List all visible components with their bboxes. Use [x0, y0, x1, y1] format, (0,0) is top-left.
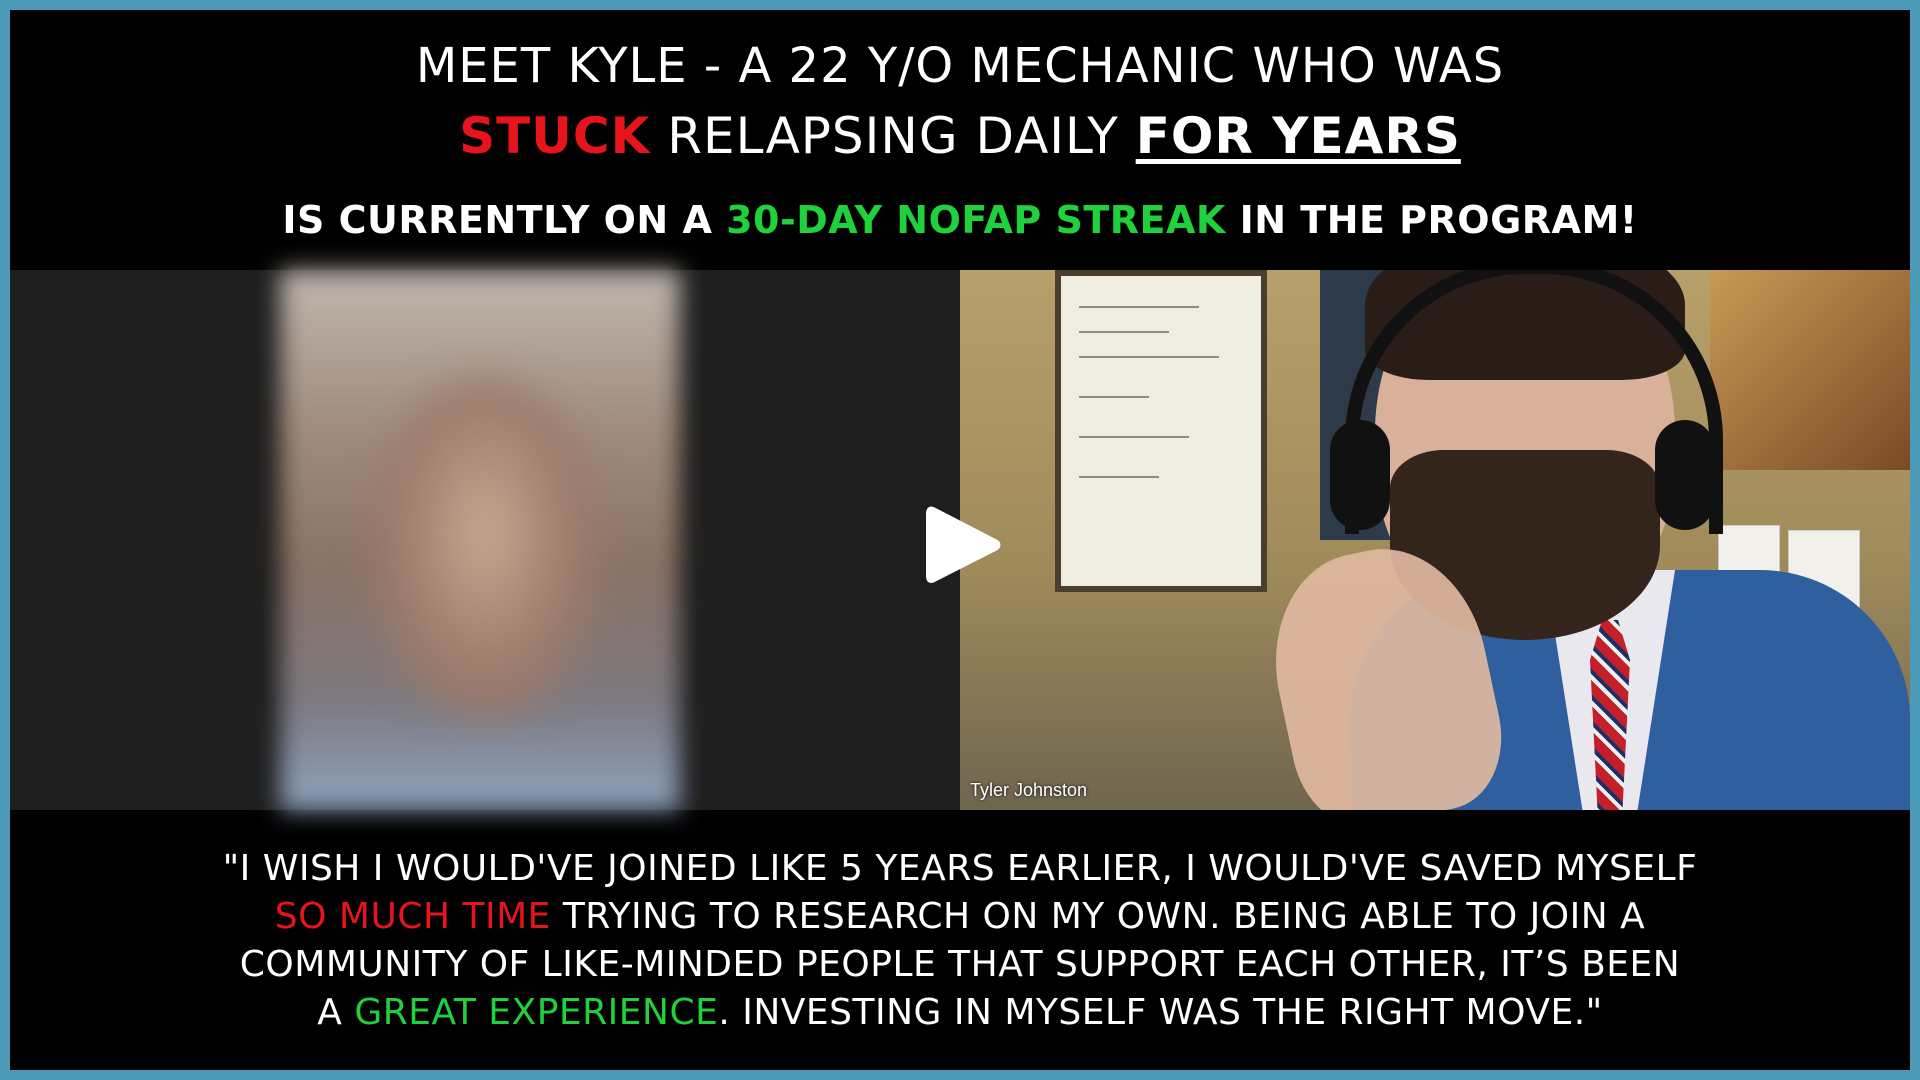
- headline-line-2: STUCK RELAPSING DAILY FOR YEARS: [10, 107, 1910, 165]
- presenter: [1150, 270, 1910, 810]
- headline-streak-highlight: 30-DAY NOFAP STREAK: [726, 198, 1226, 242]
- headline-for-years: FOR YEARS: [1135, 107, 1461, 165]
- headline-line-3-suffix: IN THE PROGRAM!: [1225, 198, 1638, 242]
- quote-line-2-rest: TRYING TO RESEARCH ON MY OWN. BEING ABLE…: [550, 896, 1646, 937]
- video-player[interactable]: Tyler Johnston: [10, 270, 1910, 810]
- headline-stuck-highlight: STUCK: [459, 107, 651, 165]
- quote-line-2: SO MUCH TIME TRYING TO RESEARCH ON MY OW…: [10, 893, 1910, 941]
- blurred-face: [370, 380, 600, 720]
- testimonial-frame: MEET KYLE - A 22 Y/O MECHANIC WHO WAS ST…: [10, 10, 1910, 1070]
- quote-line-3: COMMUNITY OF LIKE-MINDED PEOPLE THAT SUP…: [239, 944, 1681, 985]
- headphone-cup-left: [1330, 420, 1390, 530]
- headline: MEET KYLE - A 22 Y/O MECHANIC WHO WAS ST…: [10, 10, 1910, 270]
- headline-line-2-middle: RELAPSING DAILY: [650, 107, 1136, 165]
- play-icon[interactable]: [915, 500, 1005, 590]
- quote-time-highlight: SO MUCH TIME: [274, 896, 551, 937]
- quote-line-4-suffix: . INVESTING IN MYSELF WAS THE RIGHT MOVE…: [718, 992, 1603, 1033]
- quote-line-4-prefix: A: [317, 992, 355, 1033]
- testimonial-quote: "I WISH I WOULD'VE JOINED LIKE 5 YEARS E…: [10, 845, 1910, 1037]
- headline-line-1: MEET KYLE - A 22 Y/O MECHANIC WHO WAS: [415, 38, 1505, 94]
- headphone-cup-right: [1655, 420, 1715, 530]
- video-left-participant: [10, 270, 960, 810]
- participant-name-label: Tyler Johnston: [970, 780, 1088, 800]
- headline-line-3: IS CURRENTLY ON A 30-DAY NOFAP STREAK IN…: [10, 198, 1910, 242]
- quote-line-4: A GREAT EXPERIENCE. INVESTING IN MYSELF …: [10, 989, 1910, 1037]
- video-right-participant: [960, 270, 1910, 810]
- headline-line-3-prefix: IS CURRENTLY ON A: [282, 198, 727, 242]
- quote-experience-highlight: GREAT EXPERIENCE: [354, 992, 719, 1033]
- quote-line-1: "I WISH I WOULD'VE JOINED LIKE 5 YEARS E…: [222, 848, 1698, 889]
